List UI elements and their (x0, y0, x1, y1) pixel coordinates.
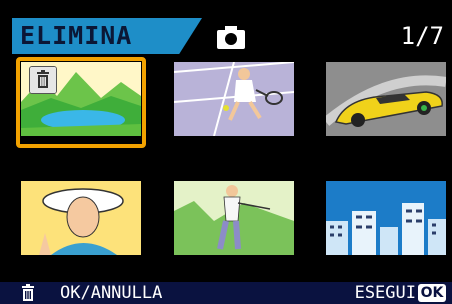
thumbnail-yellow-sports-car[interactable] (326, 62, 446, 136)
golfer-image (174, 181, 294, 255)
thumbnail-city-skyline[interactable] (326, 181, 446, 255)
thumbnail-golfer[interactable] (174, 181, 294, 255)
footer-bar: OK/ANNULLA ESEGUI OK (0, 282, 452, 304)
ok-button[interactable]: OK (418, 284, 446, 302)
ok-cancel-hint: OK/ANNULLA (60, 283, 163, 303)
thumbnail-tennis-player[interactable] (174, 62, 294, 136)
playback-delete-screen: ELIMINA 1/7 OK/ANNULLA ESEGUI OK (0, 0, 452, 304)
woman-with-hat-image (21, 181, 141, 255)
yellow-sports-car-image (326, 62, 446, 136)
execute-hint: ESEGUI (354, 283, 416, 303)
thumbnail-woman-with-hat[interactable] (21, 181, 141, 255)
tennis-player-image (174, 62, 294, 136)
image-counter: 1/7 (400, 22, 444, 50)
mode-label: ELIMINA (20, 21, 133, 50)
trash-icon (29, 66, 57, 94)
trash-icon (22, 284, 34, 301)
city-skyline-image (326, 181, 446, 255)
camera-icon (217, 26, 245, 49)
